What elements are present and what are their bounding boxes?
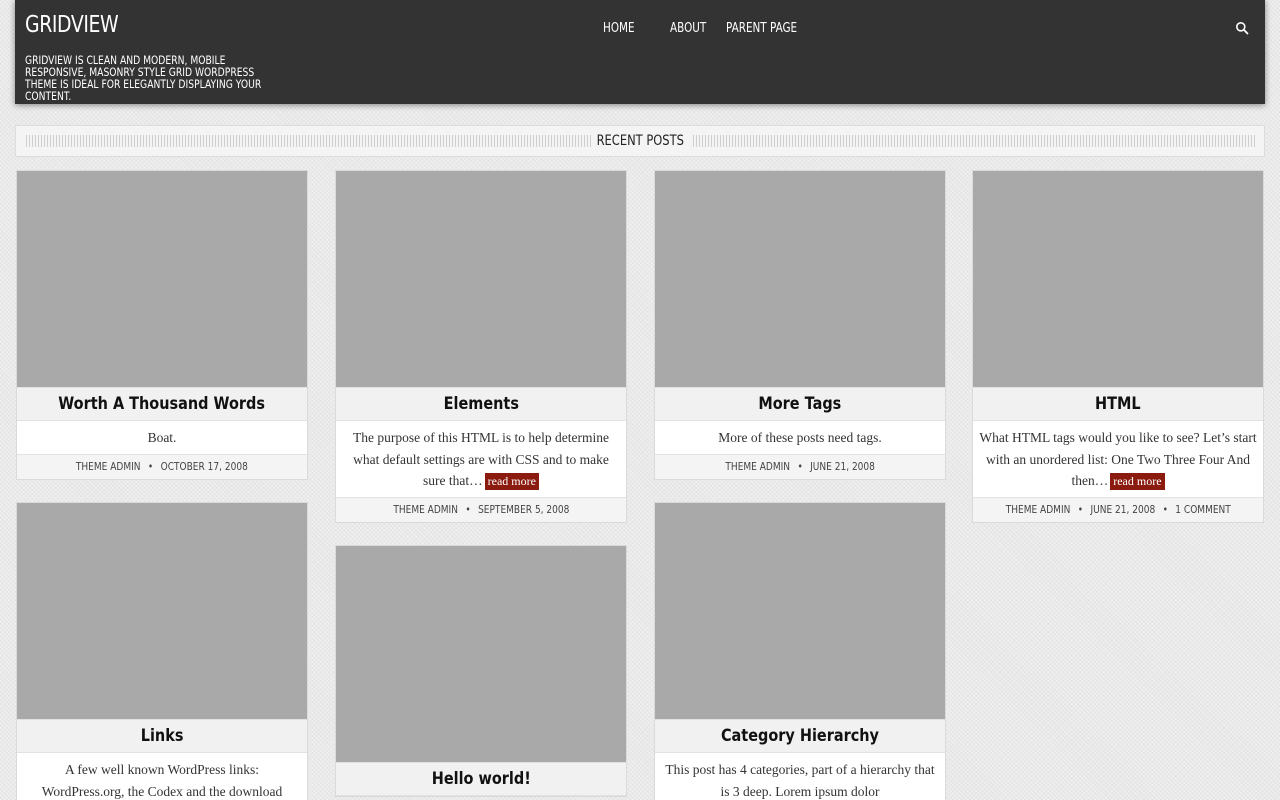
post-meta: THEME ADMIN • JUNE 21, 2008 — [655, 453, 945, 479]
post-date[interactable]: JUNE 21, 2008 — [1090, 503, 1155, 516]
post-thumbnail[interactable] — [17, 171, 307, 387]
post-meta: THEME ADMIN • OCTOBER 17, 2008 — [17, 453, 307, 479]
post-excerpt: The purpose of this HTML is to help dete… — [336, 421, 626, 497]
recent-posts-bar: RECENT POSTS — [15, 125, 1265, 157]
post-title[interactable]: Category Hierarchy — [655, 719, 945, 753]
post-card-links: Links A few well known WordPress links: … — [16, 502, 308, 800]
nav-item-about[interactable]: ABOUT — [670, 21, 706, 36]
search-icon[interactable] — [1235, 21, 1249, 35]
section-title: RECENT POSTS — [596, 133, 684, 149]
site-header: GRIDVIEW GRIDVIEW IS CLEAN AND MODERN, M… — [15, 0, 1265, 104]
read-more-button[interactable]: read more — [484, 473, 539, 490]
post-excerpt: More of these posts need tags. — [655, 421, 945, 454]
post-date[interactable]: JUNE 21, 2008 — [810, 460, 875, 473]
post-title[interactable]: HTML — [973, 387, 1263, 421]
post-comments-link[interactable]: 1 COMMENT — [1175, 503, 1231, 516]
post-thumbnail[interactable] — [655, 503, 945, 719]
post-thumbnail[interactable] — [655, 171, 945, 387]
post-title[interactable]: Links — [17, 719, 307, 753]
post-card-hello-world: Hello world! — [335, 545, 627, 797]
primary-nav: HOME ABOUT PARENT PAGE — [603, 19, 826, 37]
post-author[interactable]: THEME ADMIN — [76, 460, 141, 473]
post-title[interactable]: More Tags — [655, 387, 945, 421]
post-excerpt: A few well known WordPress links: WordPr… — [17, 753, 307, 800]
post-card-elements: Elements The purpose of this HTML is to … — [335, 170, 627, 523]
post-thumbnail[interactable] — [336, 171, 626, 387]
post-excerpt: Boat. — [17, 421, 307, 454]
post-thumbnail[interactable] — [973, 171, 1263, 387]
post-card-worth-a-thousand-words: Worth A Thousand Words Boat. THEME ADMIN… — [16, 170, 308, 480]
post-card-html: HTML What HTML tags would you like to se… — [972, 170, 1264, 523]
site-title[interactable]: GRIDVIEW — [25, 12, 119, 38]
post-thumbnail[interactable] — [17, 503, 307, 719]
post-title[interactable]: Elements — [336, 387, 626, 421]
post-excerpt: This post has 4 categories, part of a hi… — [655, 753, 945, 800]
post-author[interactable]: THEME ADMIN — [1005, 503, 1070, 516]
read-more-button[interactable]: read more — [1110, 473, 1165, 490]
post-author[interactable]: THEME ADMIN — [393, 503, 458, 516]
post-title[interactable]: Hello world! — [336, 762, 626, 796]
nav-item-parent-page[interactable]: PARENT PAGE — [726, 21, 797, 36]
post-excerpt: What HTML tags would you like to see? Le… — [973, 421, 1263, 497]
post-card-category-hierarchy: Category Hierarchy This post has 4 categ… — [654, 502, 946, 800]
post-thumbnail[interactable] — [336, 546, 626, 762]
site-description: GRIDVIEW IS CLEAN AND MODERN, MOBILE RES… — [25, 53, 262, 103]
post-author[interactable]: THEME ADMIN — [725, 460, 790, 473]
post-meta: THEME ADMIN • JUNE 21, 2008 • 1 COMMENT — [973, 496, 1263, 522]
post-meta: THEME ADMIN • SEPTEMBER 5, 2008 — [336, 496, 626, 522]
post-card-more-tags: More Tags More of these posts need tags.… — [654, 170, 946, 480]
post-title[interactable]: Worth A Thousand Words — [17, 387, 307, 421]
post-date[interactable]: OCTOBER 17, 2008 — [161, 460, 248, 473]
nav-item-home[interactable]: HOME — [603, 21, 635, 36]
post-date[interactable]: SEPTEMBER 5, 2008 — [478, 503, 569, 516]
